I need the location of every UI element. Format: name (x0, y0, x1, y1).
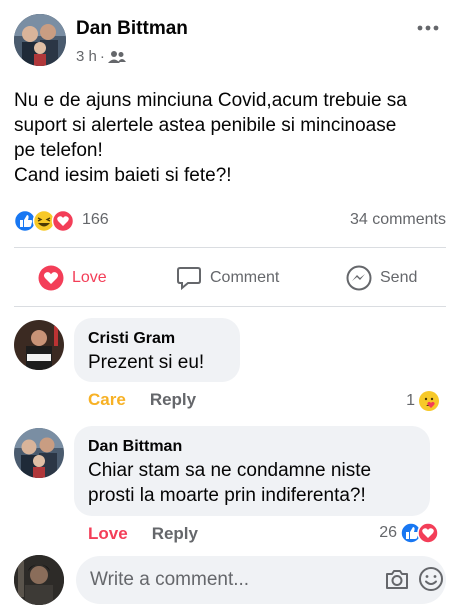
love-reaction-button[interactable]: Love (88, 524, 128, 544)
current-user-avatar-image (14, 555, 64, 605)
post-actions: Love Comment Send (14, 256, 446, 300)
reply-button[interactable]: Reply (152, 524, 198, 544)
post-text-line: Nu e de ajuns minciuna Covid,acum trebui… (14, 90, 407, 111)
comment-reaction-count: 26 (379, 524, 397, 541)
divider (14, 247, 446, 248)
comment-reaction-icons (400, 522, 439, 544)
post-time[interactable]: 3 h (76, 48, 97, 65)
commenter-avatar-image (14, 320, 64, 370)
comment-text-line: prosti la moarte prin indiferenta?! (88, 485, 366, 506)
emoji-icon[interactable] (418, 566, 444, 592)
comment-item: Dan Bittman Chiar stam sa ne condamne ni… (14, 426, 446, 550)
messenger-icon (346, 265, 372, 291)
current-user-avatar[interactable] (14, 555, 64, 605)
comment-composer (14, 554, 446, 606)
send-button[interactable]: Send (346, 262, 417, 294)
commenter-name[interactable]: Cristi Gram (88, 328, 226, 350)
love-icon (38, 265, 64, 291)
comment-button[interactable]: Comment (176, 262, 279, 294)
comments-count[interactable]: 34 comments (350, 211, 446, 229)
haha-icon (32, 210, 56, 232)
author-avatar-image (14, 14, 66, 66)
friends-icon (107, 50, 126, 63)
care-icon (419, 391, 439, 411)
commenter-name[interactable]: Dan Bittman (88, 436, 416, 458)
more-options-icon[interactable] (416, 18, 440, 38)
care-reaction-button[interactable]: Care (88, 390, 126, 410)
comment-reaction-count: 1 (406, 392, 415, 409)
commenter-avatar[interactable] (14, 320, 64, 370)
author-avatar[interactable] (14, 14, 66, 66)
post-meta: 3 h · (76, 48, 126, 65)
comment-reactions[interactable]: 26 (379, 522, 440, 544)
post-text-line: pe telefon! (14, 140, 103, 161)
post-text: Nu e de ajuns minciuna Covid,acum trebui… (14, 88, 444, 188)
meta-separator: · (99, 48, 105, 65)
comment-actions: Love Reply (88, 524, 198, 544)
comment-item: Cristi Gram Prezent si eu! Care Reply 1 (14, 318, 446, 418)
comment-reactions[interactable]: 1 (406, 390, 440, 412)
post-text-line: suport si alertele astea penibile si min… (14, 115, 397, 136)
author-name[interactable]: Dan Bittman (76, 18, 188, 40)
commenter-avatar-image (14, 428, 64, 478)
love-icon (417, 522, 439, 544)
love-label: Love (72, 269, 107, 286)
reaction-icons[interactable] (14, 210, 80, 232)
divider (14, 306, 446, 307)
comment-text-line: Chiar stam sa ne condamne niste (88, 460, 372, 481)
comment-bubble[interactable]: Cristi Gram Prezent si eu! (74, 318, 240, 382)
love-icon (51, 210, 75, 232)
reactions-summary: 166 34 comments (14, 208, 446, 234)
reaction-count[interactable]: 166 (82, 211, 109, 229)
camera-icon[interactable] (384, 566, 410, 592)
love-button[interactable]: Love (38, 262, 107, 294)
send-label: Send (380, 269, 418, 286)
post-text-line: Cand iesim baieti si fete?! (14, 165, 232, 186)
like-icon (14, 210, 37, 232)
comment-label: Comment (210, 269, 280, 286)
comment-icon (177, 267, 201, 291)
reply-button[interactable]: Reply (150, 390, 196, 410)
comment-bubble[interactable]: Dan Bittman Chiar stam sa ne condamne ni… (74, 426, 430, 516)
comment-actions: Care Reply (88, 390, 196, 410)
commenter-avatar[interactable] (14, 428, 64, 478)
post-header: Dan Bittman 3 h · (14, 14, 444, 70)
comment-text: Prezent si eu! (88, 352, 205, 373)
